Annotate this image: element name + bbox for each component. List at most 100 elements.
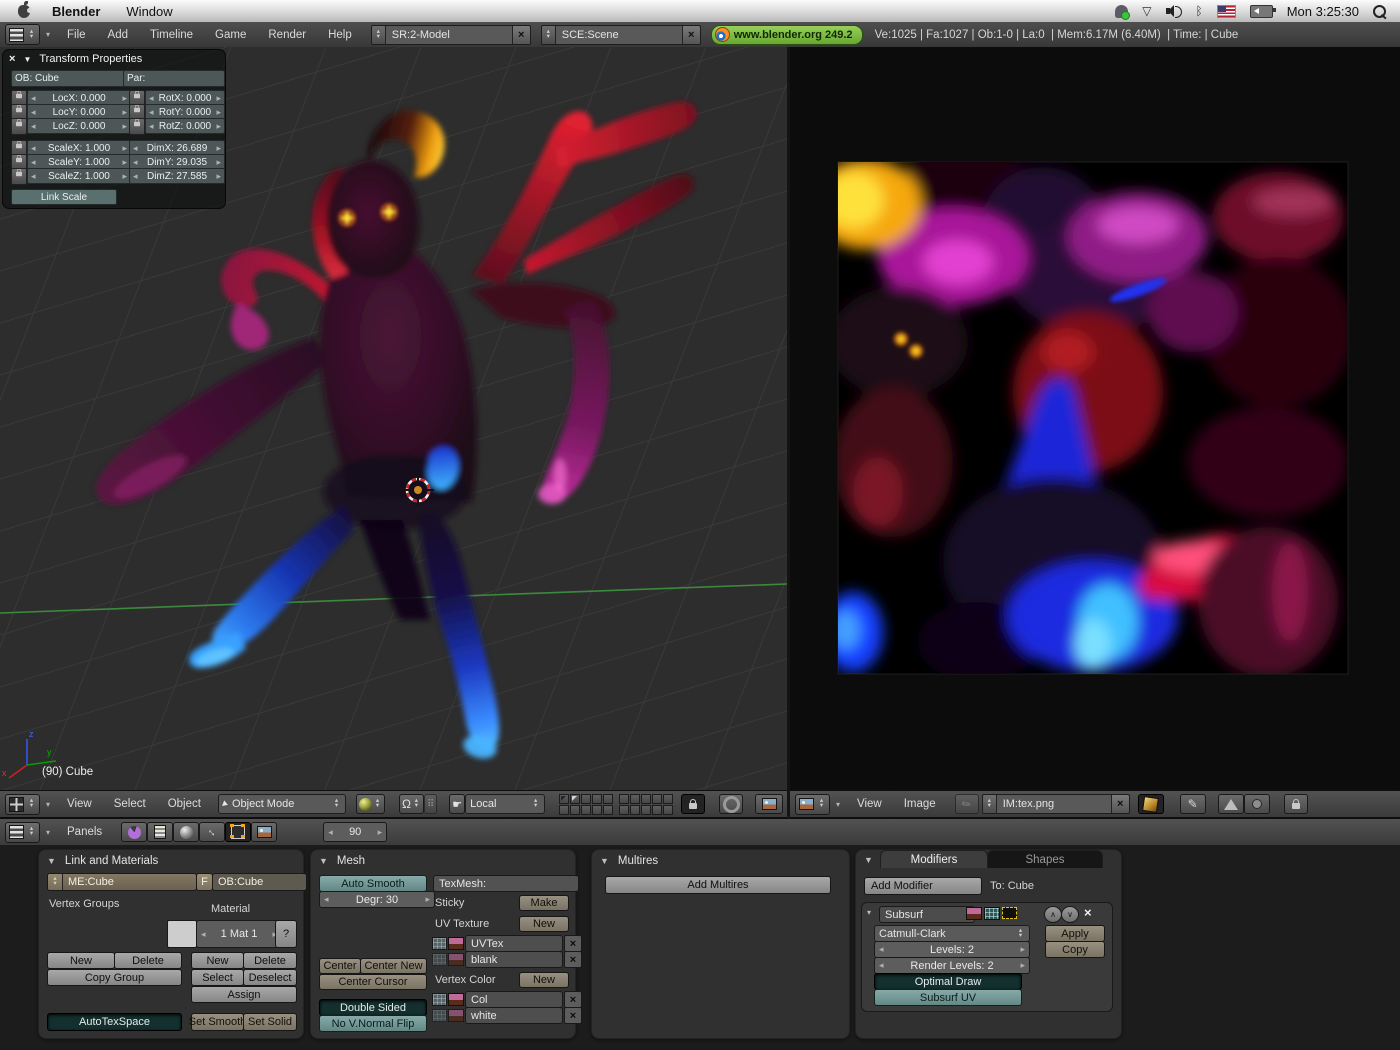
viewport-window-type-button[interactable]: ▴▾	[5, 794, 40, 815]
subsurf-uv-toggle[interactable]: Subsurf UV	[874, 989, 1022, 1006]
material-color-swatch[interactable]	[167, 920, 197, 948]
uv-image-editor[interactable]	[790, 47, 1400, 790]
uv-image-icon[interactable]	[448, 953, 464, 966]
rotz-field[interactable]: ◂RotZ: 0.000▸	[145, 118, 225, 134]
locz-field[interactable]: ◂LocZ: 0.000▸	[27, 118, 131, 134]
center-cursor-button[interactable]: Center Cursor	[319, 974, 427, 990]
uv-grid-icon[interactable]	[432, 937, 447, 950]
layer-cell[interactable]	[641, 805, 651, 815]
buttons-collapse-menus-icon[interactable]: ▾	[46, 828, 50, 837]
uv-layer-name[interactable]: blank	[465, 951, 563, 968]
uv-layer-name[interactable]: UVTex	[465, 935, 563, 952]
render-levels-stepper[interactable]: ◂Render Levels: 2▸	[874, 957, 1030, 974]
degr-stepper[interactable]: ◂Degr: 30▸	[319, 891, 435, 908]
panel-title[interactable]: Multires	[618, 855, 658, 867]
texmesh-field[interactable]: TexMesh:	[433, 875, 579, 892]
collapse-icon[interactable]: ▼	[600, 856, 609, 866]
material-deselect-button[interactable]: Deselect	[243, 969, 297, 986]
lock-scalez-button[interactable]	[11, 168, 27, 185]
volume-icon[interactable]	[1166, 5, 1182, 17]
logic-context-button[interactable]	[121, 822, 147, 842]
dimz-field[interactable]: ◂DimZ: 27.585▸	[129, 168, 225, 184]
layer-cell[interactable]	[592, 805, 602, 815]
uv-layer-delete-button[interactable]: ×	[564, 935, 582, 952]
panel-close-icon[interactable]: ×	[9, 53, 15, 65]
uv-texture-new-button[interactable]: New	[519, 916, 569, 932]
panel-title[interactable]: Link and Materials	[65, 855, 158, 867]
proportional-snap-button[interactable]	[719, 794, 743, 814]
sticky-make-button[interactable]: Make	[519, 895, 569, 911]
screen-name[interactable]: SR:2-Model	[386, 29, 512, 41]
battery-icon[interactable]	[1250, 5, 1273, 18]
object-name-field[interactable]: OB:Cube	[212, 873, 307, 891]
layer-cell[interactable]	[652, 794, 662, 804]
material-new-button[interactable]: New	[191, 952, 244, 969]
scene-browse-button[interactable]: ▴▾	[542, 26, 556, 44]
levels-stepper[interactable]: ◂Levels: 2▸	[874, 941, 1030, 958]
orientation-dropdown[interactable]: Local ▴▾	[465, 794, 545, 814]
add-multires-button[interactable]: Add Multires	[605, 876, 831, 894]
vcol-grid-icon[interactable]	[432, 993, 447, 1006]
render-preview-button[interactable]	[755, 794, 783, 814]
scene-selector[interactable]: ▴▾ SCE:Scene ×	[541, 25, 701, 45]
menu-render[interactable]: Render	[268, 29, 306, 41]
center-button[interactable]: Center	[319, 958, 361, 974]
uv-image-icon[interactable]	[448, 937, 464, 950]
spotlight-search-icon[interactable]	[1373, 5, 1386, 18]
scene-name[interactable]: SCE:Scene	[556, 29, 682, 41]
vcol-image-icon[interactable]	[448, 993, 464, 1006]
material-index-stepper[interactable]: ◂1 Mat 1▸	[196, 920, 282, 948]
scene-delete-button[interactable]: ×	[682, 26, 700, 44]
apple-menu-icon[interactable]	[18, 5, 30, 18]
modifier-move-up-button[interactable]: ∧	[1044, 906, 1062, 923]
vertex-color-new-button[interactable]: New	[519, 972, 569, 988]
add-modifier-button[interactable]: Add Modifier	[864, 877, 982, 895]
modifier-move-down-button[interactable]: ∨	[1061, 906, 1079, 923]
image-menu-image[interactable]: Image	[904, 798, 936, 810]
image-name[interactable]: IM:tex.png	[997, 798, 1111, 810]
panels-menu[interactable]: Panels	[67, 826, 102, 838]
buttons-window-type-button[interactable]: ▴▾	[5, 822, 40, 843]
mac-window-menu[interactable]: Window	[126, 4, 172, 19]
modifier-view-toggle-icon[interactable]	[984, 907, 1000, 920]
modifier-editmode-toggle-icon[interactable]	[1002, 907, 1017, 919]
viewport-collapse-menus-icon[interactable]: ▾	[46, 800, 50, 809]
vcol-layer-name[interactable]: Col	[465, 991, 563, 1008]
screen-delete-button[interactable]: ×	[512, 26, 530, 44]
uv-layer-delete-button[interactable]: ×	[564, 951, 582, 968]
image-unlink-button[interactable]: ×	[1111, 795, 1129, 813]
vgroup-delete-button[interactable]: Delete	[114, 952, 182, 969]
menubar-clock[interactable]: Mon 3:25:30	[1287, 4, 1359, 19]
layer-cell[interactable]	[630, 805, 640, 815]
image-browse-button[interactable]: ▴▾	[983, 795, 997, 813]
ob-name-field[interactable]: OB: Cube	[11, 70, 125, 87]
bluetooth-icon[interactable]: ᛒ	[1196, 4, 1203, 18]
shading-context-button[interactable]	[173, 822, 199, 842]
layer-cell[interactable]	[592, 794, 602, 804]
pivot-dropdown[interactable]: Ω ▴▾	[399, 794, 424, 814]
copy-group-button[interactable]: Copy Group	[47, 969, 182, 986]
layer-cell[interactable]	[603, 794, 613, 804]
screen-selector[interactable]: ▴▾ SR:2-Model ×	[371, 25, 531, 45]
image-datablock-selector[interactable]: ▴▾ IM:tex.png ×	[982, 794, 1130, 814]
draw-type-dropdown[interactable]: ▴▾	[356, 794, 385, 814]
optimal-draw-toggle[interactable]: Optimal Draw	[874, 973, 1022, 990]
layer-cell[interactable]	[663, 805, 673, 815]
scalez-field[interactable]: ◂ScaleZ: 1.000▸	[27, 168, 131, 184]
layer-cell[interactable]	[570, 805, 580, 815]
menu-help[interactable]: Help	[328, 29, 352, 41]
dither-button[interactable]	[1244, 794, 1270, 814]
lock-rotz-button[interactable]	[129, 118, 145, 135]
parent-field[interactable]: Par:	[123, 70, 225, 87]
double-sided-toggle[interactable]: Double Sided	[319, 999, 427, 1016]
manipulator-hand-button[interactable]: ☛	[449, 794, 465, 814]
fake-user-button[interactable]: F	[196, 873, 213, 891]
layer-cell[interactable]	[619, 794, 629, 804]
mesh-browse-button[interactable]: ▴▾	[48, 874, 63, 890]
auto-smooth-toggle[interactable]: Auto Smooth	[319, 875, 427, 892]
status-app-icon[interactable]	[1115, 5, 1128, 18]
modifier-copy-button[interactable]: Copy	[1045, 941, 1105, 958]
script-context-button[interactable]	[147, 822, 173, 842]
vcol-layer-delete-button[interactable]: ×	[564, 991, 582, 1008]
modifier-name-field[interactable]: Subsurf	[879, 906, 975, 923]
